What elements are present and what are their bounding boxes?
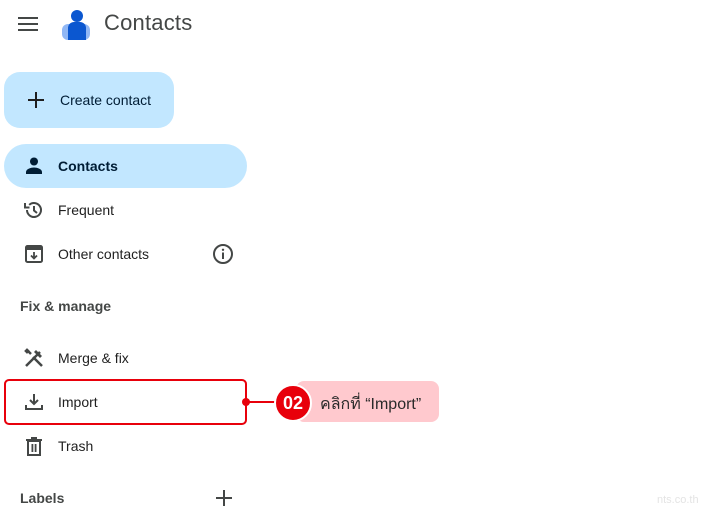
sidebar-item-trash[interactable]: Trash: [4, 424, 247, 468]
sidebar-item-frequent[interactable]: Frequent: [4, 188, 247, 232]
download-icon: [22, 390, 46, 414]
person-icon: [22, 154, 46, 178]
sidebar-item-label: Frequent: [58, 202, 115, 218]
sidebar-item-label: Contacts: [58, 158, 118, 174]
create-contact-button[interactable]: Create contact: [4, 72, 174, 128]
app-title: Contacts: [104, 10, 193, 35]
history-icon: [22, 198, 46, 222]
section-title-labels: Labels: [20, 490, 65, 506]
instruction-text: คลิกที่ “Import”: [320, 396, 422, 413]
main-menu-button[interactable]: [14, 10, 42, 38]
section-title-fix-manage: Fix & manage: [20, 298, 112, 314]
step-number-badge: 02: [274, 384, 312, 422]
create-contact-label: Create contact: [60, 92, 152, 108]
tools-icon: [22, 346, 46, 370]
sidebar-item-other-contacts[interactable]: Other contacts: [4, 232, 247, 276]
app-header: Contacts: [0, 0, 720, 56]
info-icon[interactable]: [211, 242, 235, 266]
archive-download-icon: [22, 242, 46, 266]
add-label-plus-icon[interactable]: [212, 486, 236, 510]
sidebar-item-import[interactable]: Import: [4, 380, 247, 424]
watermark: nts.co.th: [657, 494, 699, 506]
sidebar-item-label: Merge & fix: [58, 350, 129, 366]
sidebar-item-contacts[interactable]: Contacts: [4, 144, 247, 188]
sidebar-item-label: Other contacts: [58, 246, 150, 262]
sidebar-item-label: Import: [58, 394, 98, 410]
instruction-callout: คลิกที่ “Import”: [296, 381, 439, 422]
sidebar-item-merge-fix[interactable]: Merge & fix: [4, 336, 247, 380]
sidebar-item-label: Trash: [58, 438, 94, 454]
plus-icon: [28, 92, 44, 108]
trash-icon: [22, 434, 46, 458]
hamburger-menu-icon: [18, 17, 38, 31]
contacts-logo-icon: [62, 10, 90, 40]
